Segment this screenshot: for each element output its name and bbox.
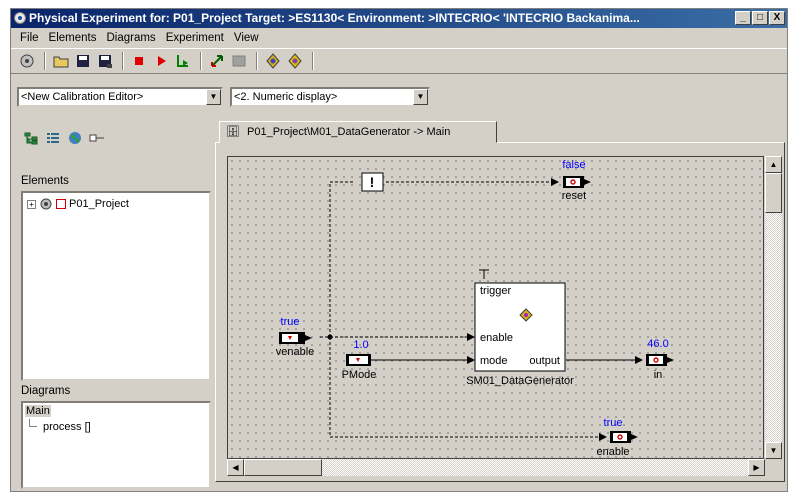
signal-value: false xyxy=(562,159,585,171)
port-mode-label: mode xyxy=(480,355,508,367)
save-icon[interactable] xyxy=(73,51,93,71)
chevron-down-icon[interactable]: ▼ xyxy=(413,89,428,105)
exclamation-label: ! xyxy=(370,174,375,190)
signal-reset[interactable]: false reset xyxy=(562,159,591,202)
app-icon xyxy=(14,12,26,24)
signal-in[interactable]: 46.0 in xyxy=(646,338,674,381)
menu-file[interactable]: File xyxy=(15,32,44,44)
close-button[interactable]: X xyxy=(769,11,785,25)
port-output-label: output xyxy=(529,355,560,367)
signal-name: enable xyxy=(596,446,629,458)
maximize-button[interactable]: □ xyxy=(752,11,768,25)
port-trigger-label: trigger xyxy=(480,285,512,297)
tree-item-label: P01_Project xyxy=(69,198,129,210)
scroll-left-button[interactable]: ◀ xyxy=(227,459,244,476)
menu-experiment[interactable]: Experiment xyxy=(161,32,229,44)
signal-value: 1.0 xyxy=(353,339,368,351)
toolbar-separator xyxy=(122,52,124,70)
block-name-label: SM01_DataGenerator xyxy=(466,375,574,387)
diagrams-label: Diagrams xyxy=(21,385,71,397)
toolbar-separator xyxy=(200,52,202,70)
menu-elements[interactable]: Elements xyxy=(44,32,102,44)
disconnect-icon[interactable] xyxy=(229,51,249,71)
save-as-icon[interactable] xyxy=(95,51,115,71)
signal-value: 46.0 xyxy=(647,338,668,350)
tree-item-main[interactable]: Main xyxy=(25,405,51,417)
minimize-button[interactable]: _ xyxy=(735,11,751,25)
window-title: Physical Experiment for: P01_Project Tar… xyxy=(29,11,640,25)
chevron-down-icon[interactable]: ▼ xyxy=(206,89,221,105)
display-type-select[interactable]: <2. Numeric display> ▼ xyxy=(230,87,430,107)
scroll-up-button[interactable]: ▲ xyxy=(765,156,782,173)
globe-icon[interactable] xyxy=(67,131,83,148)
signal-name: venable xyxy=(276,346,315,358)
vertical-scrollbar[interactable]: ▲ ▼ xyxy=(765,156,782,459)
left-panel: Elements + P01_Project Diagrams Main pro… xyxy=(17,127,213,489)
panel-toolbar xyxy=(23,131,105,148)
signal-name: in xyxy=(654,369,663,381)
title-bar[interactable]: Physical Experiment for: P01_Project Tar… xyxy=(11,9,787,28)
diagrams-tree[interactable]: Main process [] xyxy=(21,401,211,489)
elements-label: Elements xyxy=(21,175,69,187)
diagram-icon: 🗄 xyxy=(226,126,240,138)
elements-tree[interactable]: + P01_Project xyxy=(21,191,211,381)
toolbar-separator xyxy=(256,52,258,70)
step-icon[interactable] xyxy=(173,51,193,71)
tab-main-diagram[interactable]: 🗄 P01_Project\M01_DataGenerator -> Main xyxy=(219,121,497,143)
diagram-graph: ! trigger enable mode output SM01_DataGe… xyxy=(276,159,674,458)
toolbar xyxy=(11,48,787,74)
vertical-scroll-thumb[interactable] xyxy=(765,173,782,213)
menu-view[interactable]: View xyxy=(229,32,264,44)
project-icon xyxy=(40,198,52,210)
scroll-right-button[interactable]: ▶ xyxy=(748,459,765,476)
signal-name: reset xyxy=(562,190,586,202)
signal-venable[interactable]: true venable xyxy=(276,316,315,358)
display-type-value: <2. Numeric display> xyxy=(234,91,338,103)
signal-value: true xyxy=(604,417,623,429)
menu-diagrams[interactable]: Diagrams xyxy=(101,32,160,44)
horizontal-scrollbar[interactable]: ◀ ▶ xyxy=(227,459,765,476)
horizontal-scroll-thumb[interactable] xyxy=(244,459,322,476)
tab-label: P01_Project\M01_DataGenerator -> Main xyxy=(247,126,451,138)
toolbar-separator xyxy=(44,52,46,70)
calibrate-icon[interactable] xyxy=(263,51,283,71)
connect-icon[interactable] xyxy=(207,51,227,71)
signal-value: true xyxy=(281,316,300,328)
menu-bar: File Elements Diagrams Experiment View xyxy=(11,29,787,47)
measure-icon[interactable] xyxy=(285,51,305,71)
open-icon[interactable] xyxy=(51,51,71,71)
diagram-canvas[interactable]: ! trigger enable mode output SM01_DataGe… xyxy=(227,156,764,459)
calibration-editor-value: <New Calibration Editor> xyxy=(21,91,144,103)
port-enable-label: enable xyxy=(480,332,513,344)
wire-to-exclamation xyxy=(329,181,355,337)
list-view-icon[interactable] xyxy=(45,131,61,148)
junction-dot xyxy=(327,334,333,340)
connector-icon[interactable] xyxy=(89,131,105,148)
tree-connector xyxy=(29,419,37,427)
checkbox-icon[interactable] xyxy=(56,199,66,209)
tree-item-process[interactable]: process [] xyxy=(43,421,91,433)
expand-icon[interactable]: + xyxy=(27,199,36,209)
stop-icon[interactable] xyxy=(129,51,149,71)
signal-name: PMode xyxy=(342,369,377,381)
experiment-icon[interactable] xyxy=(17,51,37,71)
tree-view-icon[interactable] xyxy=(23,131,39,148)
toolbar-separator xyxy=(312,52,314,70)
calibration-editor-select[interactable]: <New Calibration Editor> ▼ xyxy=(17,87,223,107)
editor-selectors: <New Calibration Editor> ▼ <2. Numeric d… xyxy=(11,87,787,111)
scroll-down-button[interactable]: ▼ xyxy=(765,442,782,459)
run-icon[interactable] xyxy=(151,51,171,71)
tree-item[interactable]: + P01_Project xyxy=(27,197,129,211)
